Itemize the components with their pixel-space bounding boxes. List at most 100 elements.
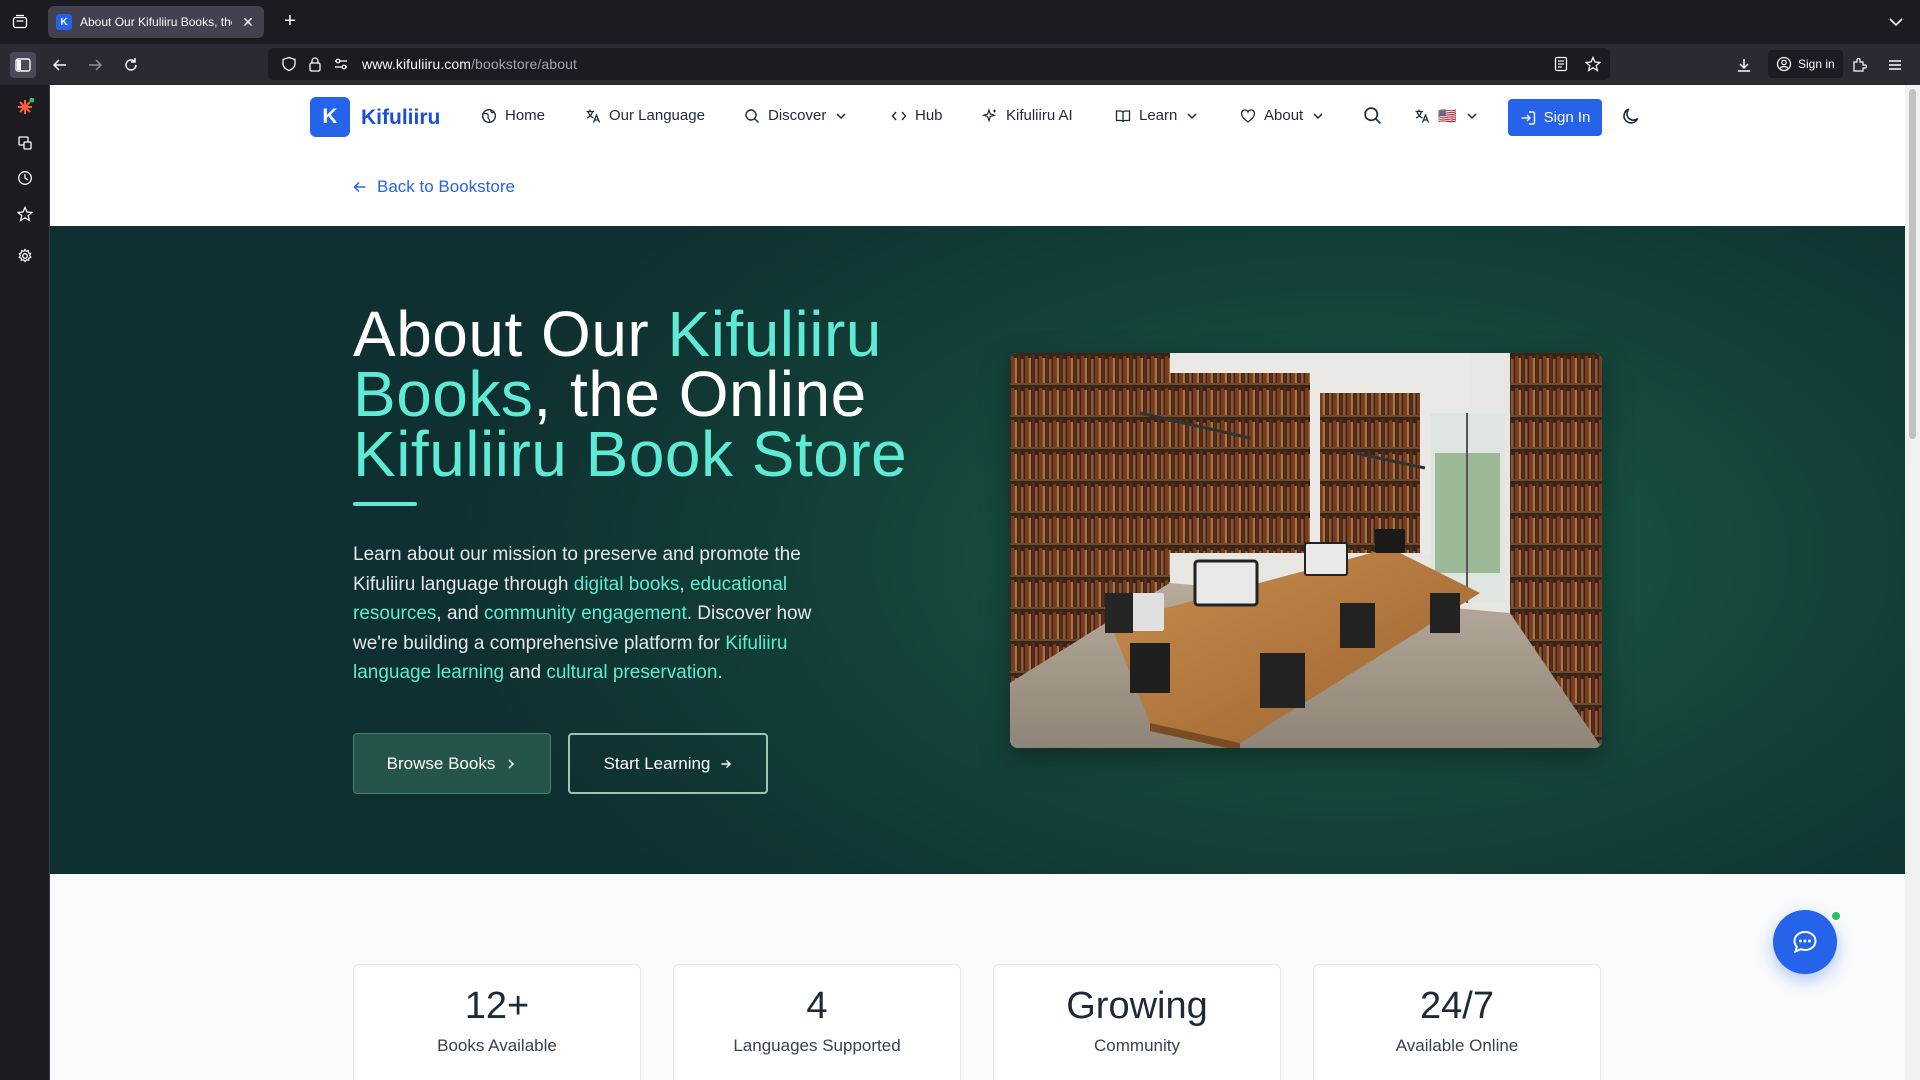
reader-view-icon[interactable] [1548, 51, 1574, 77]
browse-books-button[interactable]: Browse Books [353, 733, 551, 794]
stat-card-community: Growing Community [993, 964, 1281, 1080]
nav-discover[interactable]: Discover [744, 107, 848, 124]
stat-value: Growing [1066, 985, 1208, 1027]
chevron-down-icon [836, 112, 846, 119]
language-selector[interactable]: 🇺🇸 [1414, 107, 1479, 125]
chat-button[interactable] [1773, 910, 1837, 974]
stat-label: Languages Supported [733, 1036, 901, 1055]
stat-label: Available Online [1395, 1036, 1519, 1055]
globe-icon [481, 108, 497, 123]
tab-favicon: K [56, 14, 72, 30]
settings-gear-icon[interactable] [12, 243, 38, 269]
app-menu-icon[interactable] [1882, 52, 1908, 78]
stat-label: Books Available [437, 1036, 557, 1055]
url-path: /bookstore/about [471, 56, 577, 72]
tracking-shield-icon[interactable] [276, 51, 302, 77]
nav-learn[interactable]: Learn [1115, 107, 1199, 124]
bookmarks-star-icon[interactable] [12, 201, 38, 227]
tab-close-icon[interactable]: ✕ [240, 14, 256, 31]
search-icon [745, 108, 759, 123]
nav-home-label: Home [505, 107, 546, 124]
moon-icon [1623, 108, 1639, 124]
hero-title: About Our Kifuliiru Books, the Online Ki… [353, 302, 953, 486]
translate-icon [1415, 109, 1430, 123]
desc-text: . [717, 662, 723, 683]
permissions-icon[interactable] [328, 51, 354, 77]
active-tab[interactable]: K About Our Kifuliiru Books, the O ✕ [48, 6, 264, 38]
sign-in-button[interactable]: Sign In [1508, 99, 1602, 136]
chevron-down-icon [1313, 112, 1323, 119]
arrow-right-icon [721, 759, 732, 768]
start-learning-button[interactable]: Start Learning [568, 733, 768, 794]
chat-bubble-icon [1793, 930, 1817, 954]
url-bar[interactable]: www.kifuliiru.com/bookstore/about [268, 48, 1610, 80]
heart-icon [1240, 108, 1256, 123]
start-learning-label: Start Learning [603, 753, 711, 773]
nav-learn-label: Learn [1139, 107, 1178, 124]
nav-hub[interactable]: Hub [891, 107, 943, 124]
desc-link-digital-books: digital books [573, 573, 680, 595]
nav-about[interactable]: About [1240, 107, 1325, 124]
tab-manager-icon[interactable] [8, 10, 32, 34]
nav-home[interactable]: Home [481, 107, 545, 124]
open-book-icon [1115, 109, 1131, 122]
stat-label: Community [1094, 1036, 1180, 1055]
library-room-image [1010, 353, 1602, 748]
theme-toggle-button[interactable] [1621, 106, 1641, 126]
arrow-left-icon [353, 181, 366, 193]
back-arrow-icon[interactable] [47, 52, 73, 78]
site-brand-name[interactable]: Kifuliiru [361, 106, 440, 130]
nav-hub-label: Hub [915, 107, 943, 124]
nav-kifuliiru-ai-label: Kifuliiru AI [1006, 107, 1073, 124]
account-button[interactable]: Sign in [1768, 50, 1843, 78]
hero-description: Learn about our mission to preserve and … [353, 540, 843, 688]
list-tabs-chevron-icon[interactable] [1886, 12, 1906, 32]
back-to-bookstore-link[interactable]: Back to Bookstore [353, 177, 515, 197]
account-label: Sign in [1798, 57, 1835, 71]
stat-card-availability: 24/7 Available Online [1313, 964, 1601, 1080]
nav-our-language-label: Our Language [609, 107, 705, 124]
stats-section: 12+ Books Available 4 Languages Supporte… [50, 874, 1905, 1080]
bookmark-star-icon[interactable] [1580, 51, 1606, 77]
title-highlight-store: Kifuliiru Book Store [353, 418, 908, 490]
sidebar-toggle-icon[interactable] [10, 52, 36, 78]
web-page: K Kifuliiru Home Our Language Discover H… [50, 85, 1905, 1080]
nav-kifuliiru-ai[interactable]: Kifuliiru AI [982, 107, 1073, 124]
browser-sidebar [0, 85, 50, 1080]
lock-icon[interactable] [302, 51, 328, 77]
stat-value: 24/7 [1420, 985, 1494, 1027]
scrollbar-thumb[interactable] [1909, 89, 1916, 439]
desc-text: , and [436, 603, 484, 624]
extension-spark-icon[interactable] [12, 94, 38, 120]
site-logo[interactable]: K [310, 97, 350, 137]
nav-discover-label: Discover [768, 107, 827, 124]
desc-link-community-engagement: community engagement [483, 603, 687, 624]
sign-in-label: Sign In [1543, 109, 1591, 126]
site-search-button[interactable] [1363, 106, 1382, 125]
desc-link-cultural-preservation: cultural preservation [546, 662, 718, 683]
nav-about-label: About [1264, 107, 1304, 124]
chevron-down-icon [1187, 112, 1197, 119]
site-header: K Kifuliiru Home Our Language Discover H… [50, 85, 1905, 150]
url-text[interactable]: www.kifuliiru.com/bookstore/about [362, 56, 577, 72]
new-tab-icon[interactable]: + [278, 10, 302, 34]
page-scrollbar[interactable] [1905, 85, 1920, 1080]
translate-icon [586, 109, 601, 123]
synced-tabs-icon[interactable] [12, 130, 38, 156]
account-icon [1776, 56, 1792, 72]
forward-arrow-icon[interactable] [82, 52, 108, 78]
url-domain: www.kifuliiru.com [362, 56, 472, 72]
downloads-icon[interactable] [1731, 52, 1757, 78]
desc-text: and [504, 662, 547, 683]
history-clock-icon[interactable] [12, 165, 38, 191]
stat-value: 12+ [464, 985, 530, 1027]
extensions-icon[interactable] [1846, 52, 1872, 78]
reload-icon[interactable] [118, 52, 144, 78]
browser-toolbar: www.kifuliiru.com/bookstore/about Sign i… [0, 44, 1920, 85]
browse-books-label: Browse Books [386, 753, 496, 773]
log-in-icon [1521, 110, 1535, 125]
us-flag-icon: 🇺🇸 [1438, 108, 1457, 125]
stat-card-books: 12+ Books Available [353, 964, 641, 1080]
search-icon [1364, 107, 1382, 125]
nav-our-language[interactable]: Our Language [585, 107, 705, 124]
